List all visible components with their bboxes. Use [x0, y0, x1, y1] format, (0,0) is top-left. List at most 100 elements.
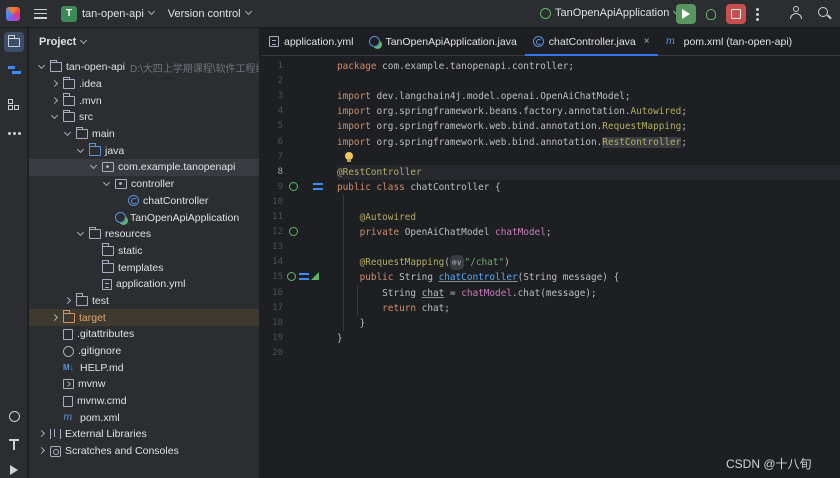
code-line[interactable]: import org.springframework.beans.factory…: [337, 104, 840, 119]
http-request-icon[interactable]: [311, 272, 319, 282]
code-line[interactable]: [337, 240, 840, 255]
tree-item[interactable]: static: [29, 243, 259, 260]
request-mapping-icon[interactable]: [313, 182, 323, 192]
code-with-me-icon[interactable]: [790, 6, 804, 20]
request-mapping-icon[interactable]: [299, 272, 309, 282]
tree-item[interactable]: templates: [29, 259, 259, 276]
chevron-down-icon[interactable]: [102, 179, 112, 189]
ide-logo-icon[interactable]: [6, 6, 20, 21]
chevron-down-icon[interactable]: [244, 7, 252, 16]
tree-item[interactable]: m pom.xml: [29, 409, 259, 426]
code-line[interactable]: String chat = chatModel.chat(message);: [337, 286, 840, 301]
tree-item[interactable]: test: [29, 293, 259, 310]
chevron-right-icon[interactable]: [37, 446, 47, 456]
tree-item[interactable]: External Libraries: [29, 426, 259, 443]
project-tool-button[interactable]: [4, 32, 24, 52]
code-line[interactable]: import org.springframework.web.bind.anno…: [337, 135, 840, 150]
tree-item[interactable]: chatController: [29, 193, 259, 210]
code-line[interactable]: package com.example.tanopenapi.controlle…: [337, 59, 840, 74]
chevron-right-icon[interactable]: [50, 79, 60, 89]
code-line[interactable]: import dev.langchain4j.model.openai.Open…: [337, 89, 840, 104]
lightbulb-icon[interactable]: [345, 151, 353, 162]
spring-bean-icon[interactable]: [287, 272, 296, 283]
tree-item[interactable]: tan-open-api D:\大四上学期课程\软件工程综合: [29, 59, 259, 76]
tree-item[interactable]: mvnw.cmd: [29, 393, 259, 410]
services-tool-button[interactable]: [4, 406, 24, 426]
close-icon[interactable]: ×: [644, 36, 650, 47]
more-tools-button[interactable]: [4, 123, 24, 143]
tree-item[interactable]: M↓ HELP.md: [29, 359, 259, 376]
code-line[interactable]: [337, 195, 840, 210]
editor-tab[interactable]: application.yml: [261, 28, 361, 55]
spring-bean-icon[interactable]: [289, 181, 298, 193]
more-actions-icon[interactable]: [756, 8, 759, 21]
editor-tab-label: TanOpenApiApplication.java: [385, 35, 517, 48]
code-line[interactable]: @Autowired: [337, 210, 840, 225]
chevron-right-icon[interactable]: [37, 429, 47, 439]
code-view[interactable]: package com.example.tanopenapi.controlle…: [337, 57, 840, 478]
build-tool-button[interactable]: [4, 434, 24, 454]
chevron-right-icon[interactable]: [63, 296, 73, 306]
code-line[interactable]: return chat;: [337, 301, 840, 316]
code-line[interactable]: public String chatController(String mess…: [337, 270, 840, 285]
chevron-down-icon[interactable]: [147, 7, 155, 16]
code-line[interactable]: [337, 74, 840, 89]
tree-item[interactable]: main: [29, 126, 259, 143]
main-menu-icon[interactable]: [34, 8, 47, 19]
run-tool-button[interactable]: [4, 460, 24, 478]
autowired-bean-icon[interactable]: [289, 227, 298, 238]
commit-tool-button[interactable]: [4, 60, 24, 80]
structure-tool-button[interactable]: [4, 95, 24, 115]
vcs-widget[interactable]: Version control: [168, 8, 241, 20]
chevron-down-icon[interactable]: [63, 129, 73, 139]
tree-item[interactable]: Scratches and Consoles: [29, 443, 259, 460]
tree-item[interactable]: java: [29, 142, 259, 159]
hammer-icon: [9, 438, 19, 450]
chevron-down-icon[interactable]: [80, 36, 88, 44]
tree-item[interactable]: resources: [29, 226, 259, 243]
chevron-right-icon[interactable]: [50, 313, 60, 323]
tree-item[interactable]: controller: [29, 176, 259, 193]
editor-tab[interactable]: m pom.xml (tan-open-api): [658, 28, 801, 55]
code-line[interactable]: @RequestMapping(⊕∨ "/chat"): [337, 255, 840, 271]
code-line[interactable]: @RestController: [337, 164, 840, 180]
debug-button[interactable]: [701, 4, 721, 24]
code-token: import: [337, 91, 377, 103]
editor-tab[interactable]: TanOpenApiApplication.java: [361, 28, 524, 55]
chevron-down-icon[interactable]: [50, 112, 60, 122]
left-tool-strip: [0, 28, 28, 478]
text-file-icon: [63, 395, 73, 407]
chevron-right-icon[interactable]: [50, 96, 60, 106]
code-line[interactable]: private OpenAiChatModel chatModel;: [337, 225, 840, 240]
tree-item[interactable]: application.yml: [29, 276, 259, 293]
project-badge[interactable]: T: [61, 5, 77, 22]
code-line[interactable]: [337, 346, 840, 361]
tree-item[interactable]: .gitignore: [29, 343, 259, 360]
run-configuration-selector[interactable]: TanOpenApiApplication: [540, 7, 681, 19]
code-line[interactable]: }: [337, 316, 840, 331]
tree-item[interactable]: TanOpenApiApplication: [29, 209, 259, 226]
chevron-down-icon[interactable]: [89, 162, 99, 172]
tree-item[interactable]: com.example.tanopenapi: [29, 159, 259, 176]
code-token: private: [359, 227, 405, 239]
project-name[interactable]: tan-open-api: [82, 8, 144, 20]
tree-item[interactable]: .mvn: [29, 92, 259, 109]
tree-item[interactable]: src: [29, 109, 259, 126]
chevron-down-icon[interactable]: [37, 62, 47, 72]
tree-item[interactable]: mvnw: [29, 376, 259, 393]
code-line[interactable]: }: [337, 331, 840, 346]
search-icon[interactable]: [818, 7, 828, 17]
code-line[interactable]: [337, 150, 840, 165]
code-token: org.springframework.beans.factory.annota…: [376, 106, 631, 118]
code-line[interactable]: public class chatController {: [337, 180, 840, 195]
tree-item[interactable]: target: [29, 309, 259, 326]
rerun-button[interactable]: [676, 4, 696, 24]
tree-item[interactable]: .idea: [29, 76, 259, 93]
tree-item[interactable]: .gitattributes: [29, 326, 259, 343]
code-line[interactable]: import org.springframework.web.bind.anno…: [337, 119, 840, 134]
chevron-down-icon[interactable]: [76, 229, 86, 239]
project-panel-header[interactable]: Project: [29, 28, 259, 56]
chevron-down-icon[interactable]: [76, 146, 86, 156]
editor-tab[interactable]: chatController.java ×: [524, 28, 658, 56]
stop-button[interactable]: [726, 4, 746, 24]
